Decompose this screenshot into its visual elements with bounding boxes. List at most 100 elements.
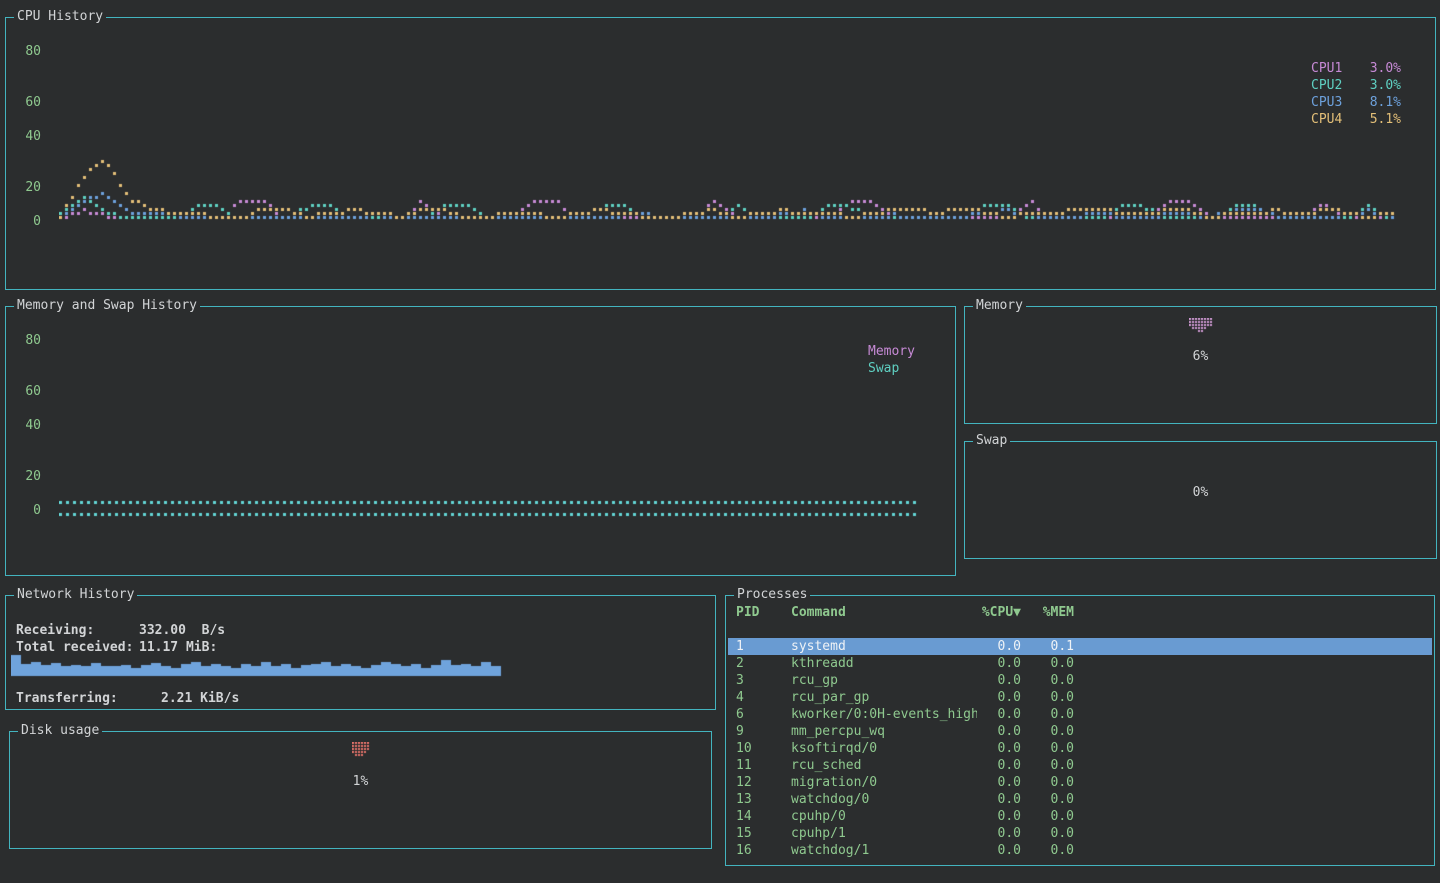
network-transferring-row: Transferring: 2.21 KiB/s	[16, 690, 239, 707]
network-received-sparkline	[11, 651, 506, 677]
process-pid: 6	[736, 706, 791, 723]
process-mem-percent: 0.0	[1021, 672, 1074, 689]
process-command: watchdog/0	[791, 791, 977, 808]
process-row[interactable]: 6kworker/0:0H-events_high0.00.0	[728, 706, 1432, 723]
process-command: migration/0	[791, 774, 977, 791]
network-receiving-row: Receiving: 332.00 B/s	[16, 622, 225, 639]
process-row[interactable]: 4rcu_par_gp0.00.0	[728, 689, 1432, 706]
memory-gauge-title: Memory	[973, 298, 1026, 314]
process-mem-percent: 0.0	[1021, 808, 1074, 825]
process-mem-percent: 0.0	[1021, 723, 1074, 740]
process-mem-percent: 0.0	[1021, 825, 1074, 842]
process-pid: 16	[736, 842, 791, 859]
process-pid: 14	[736, 808, 791, 825]
process-cpu-percent: 0.0	[977, 808, 1021, 825]
disk-gauge-dots	[352, 742, 370, 757]
memory-swap-history-panel: Memory and Swap History 80 60 40 20 0 Me…	[5, 306, 956, 576]
cpu4-legend-row: CPU4 5.1%	[1311, 111, 1401, 128]
memswap-ytick-60: 60	[11, 384, 41, 400]
memswap-ytick-40: 40	[11, 418, 41, 434]
receiving-value: 332.00 B/s	[139, 622, 225, 639]
memory-gauge-panel: Memory 6%	[964, 306, 1437, 424]
process-cpu-percent: 0.0	[977, 723, 1021, 740]
process-row[interactable]: 2kthreadd0.00.0	[728, 655, 1432, 672]
network-history-panel: Network History Receiving: 332.00 B/s To…	[5, 595, 716, 710]
system-monitor-app: { "colors":{ "background":"#2b2d2e","pan…	[0, 0, 1440, 883]
cpu-ytick-0: 0	[11, 214, 41, 230]
transferring-label: Transferring:	[16, 690, 161, 707]
process-cpu-percent: 0.0	[977, 791, 1021, 808]
process-command: kworker/0:0H-events_high	[791, 706, 977, 723]
cpu2-legend-row: CPU2 3.0%	[1311, 77, 1401, 94]
process-row[interactable]: 1systemd0.00.1	[728, 638, 1432, 655]
memory-gauge-dots	[1189, 318, 1213, 333]
process-pid: 15	[736, 825, 791, 842]
process-command: rcu_par_gp	[791, 689, 977, 706]
receiving-label: Receiving:	[16, 622, 139, 639]
process-mem-percent: 0.1	[1021, 638, 1074, 655]
process-pid: 9	[736, 723, 791, 740]
process-mem-percent: 0.0	[1021, 757, 1074, 774]
memory-swap-chart	[59, 337, 919, 519]
processes-title: Processes	[734, 587, 810, 603]
process-pid: 10	[736, 740, 791, 757]
swap-legend-label: Swap	[868, 360, 915, 377]
process-command: cpuhp/0	[791, 808, 977, 825]
processes-panel: Processes PID Command %CPU▼ %MEM 1system…	[725, 595, 1435, 866]
cpu-ytick-20: 20	[11, 180, 41, 196]
process-row[interactable]: 9mm_percpu_wq0.00.0	[728, 723, 1432, 740]
process-row[interactable]: 13watchdog/00.00.0	[728, 791, 1432, 808]
cpu-ytick-40: 40	[11, 129, 41, 145]
cpu1-legend-value: 3.0%	[1370, 60, 1401, 77]
command-column-header[interactable]: Command	[791, 604, 977, 621]
cpu4-legend-value: 5.1%	[1370, 111, 1401, 128]
process-row[interactable]: 11rcu_sched0.00.0	[728, 757, 1432, 774]
cpu2-legend-label: CPU2	[1311, 77, 1342, 94]
cpu4-legend-label: CPU4	[1311, 111, 1342, 128]
process-cpu-percent: 0.0	[977, 638, 1021, 655]
cpu3-legend-label: CPU3	[1311, 94, 1342, 111]
process-cpu-percent: 0.0	[977, 655, 1021, 672]
process-row[interactable]: 15cpuhp/10.00.0	[728, 825, 1432, 842]
cpu3-legend-row: CPU3 8.1%	[1311, 94, 1401, 111]
memory-swap-legend: Memory Swap	[868, 343, 915, 377]
process-cpu-percent: 0.0	[977, 706, 1021, 723]
cpu1-legend-label: CPU1	[1311, 60, 1342, 77]
process-row[interactable]: 3rcu_gp0.00.0	[728, 672, 1432, 689]
process-pid: 1	[736, 638, 791, 655]
process-pid: 4	[736, 689, 791, 706]
memswap-ytick-0: 0	[11, 503, 41, 519]
process-row[interactable]: 10ksoftirqd/00.00.0	[728, 740, 1432, 757]
process-mem-percent: 0.0	[1021, 706, 1074, 723]
cpu1-legend-row: CPU1 3.0%	[1311, 60, 1401, 77]
disk-usage-title: Disk usage	[18, 723, 102, 739]
process-row[interactable]: 14cpuhp/00.00.0	[728, 808, 1432, 825]
process-list: 1systemd0.00.12kthreadd0.00.03rcu_gp0.00…	[728, 638, 1432, 859]
cpu-history-chart	[59, 48, 1399, 230]
process-mem-percent: 0.0	[1021, 740, 1074, 757]
cpu-column-header[interactable]: %CPU▼	[977, 604, 1021, 621]
process-cpu-percent: 0.0	[977, 842, 1021, 859]
cpu-ytick-80: 80	[11, 44, 41, 60]
disk-usage-panel: Disk usage 1%	[9, 731, 712, 849]
process-cpu-percent: 0.0	[977, 689, 1021, 706]
process-command: rcu_sched	[791, 757, 977, 774]
process-row[interactable]: 16watchdog/10.00.0	[728, 842, 1432, 859]
cpu-ytick-60: 60	[11, 95, 41, 111]
network-history-title: Network History	[14, 587, 137, 603]
mem-column-header[interactable]: %MEM	[1021, 604, 1074, 621]
process-row[interactable]: 12migration/00.00.0	[728, 774, 1432, 791]
process-command: rcu_gp	[791, 672, 977, 689]
swap-gauge-value: 0%	[965, 485, 1436, 501]
process-command: systemd	[791, 638, 977, 655]
process-mem-percent: 0.0	[1021, 655, 1074, 672]
transferring-value: 2.21 KiB/s	[161, 690, 239, 707]
processes-header-row: PID Command %CPU▼ %MEM	[736, 604, 1074, 621]
swap-gauge-title: Swap	[973, 433, 1010, 449]
process-cpu-percent: 0.0	[977, 672, 1021, 689]
process-command: kthreadd	[791, 655, 977, 672]
process-mem-percent: 0.0	[1021, 689, 1074, 706]
memswap-ytick-80: 80	[11, 333, 41, 349]
pid-column-header[interactable]: PID	[736, 604, 791, 621]
process-cpu-percent: 0.0	[977, 825, 1021, 842]
